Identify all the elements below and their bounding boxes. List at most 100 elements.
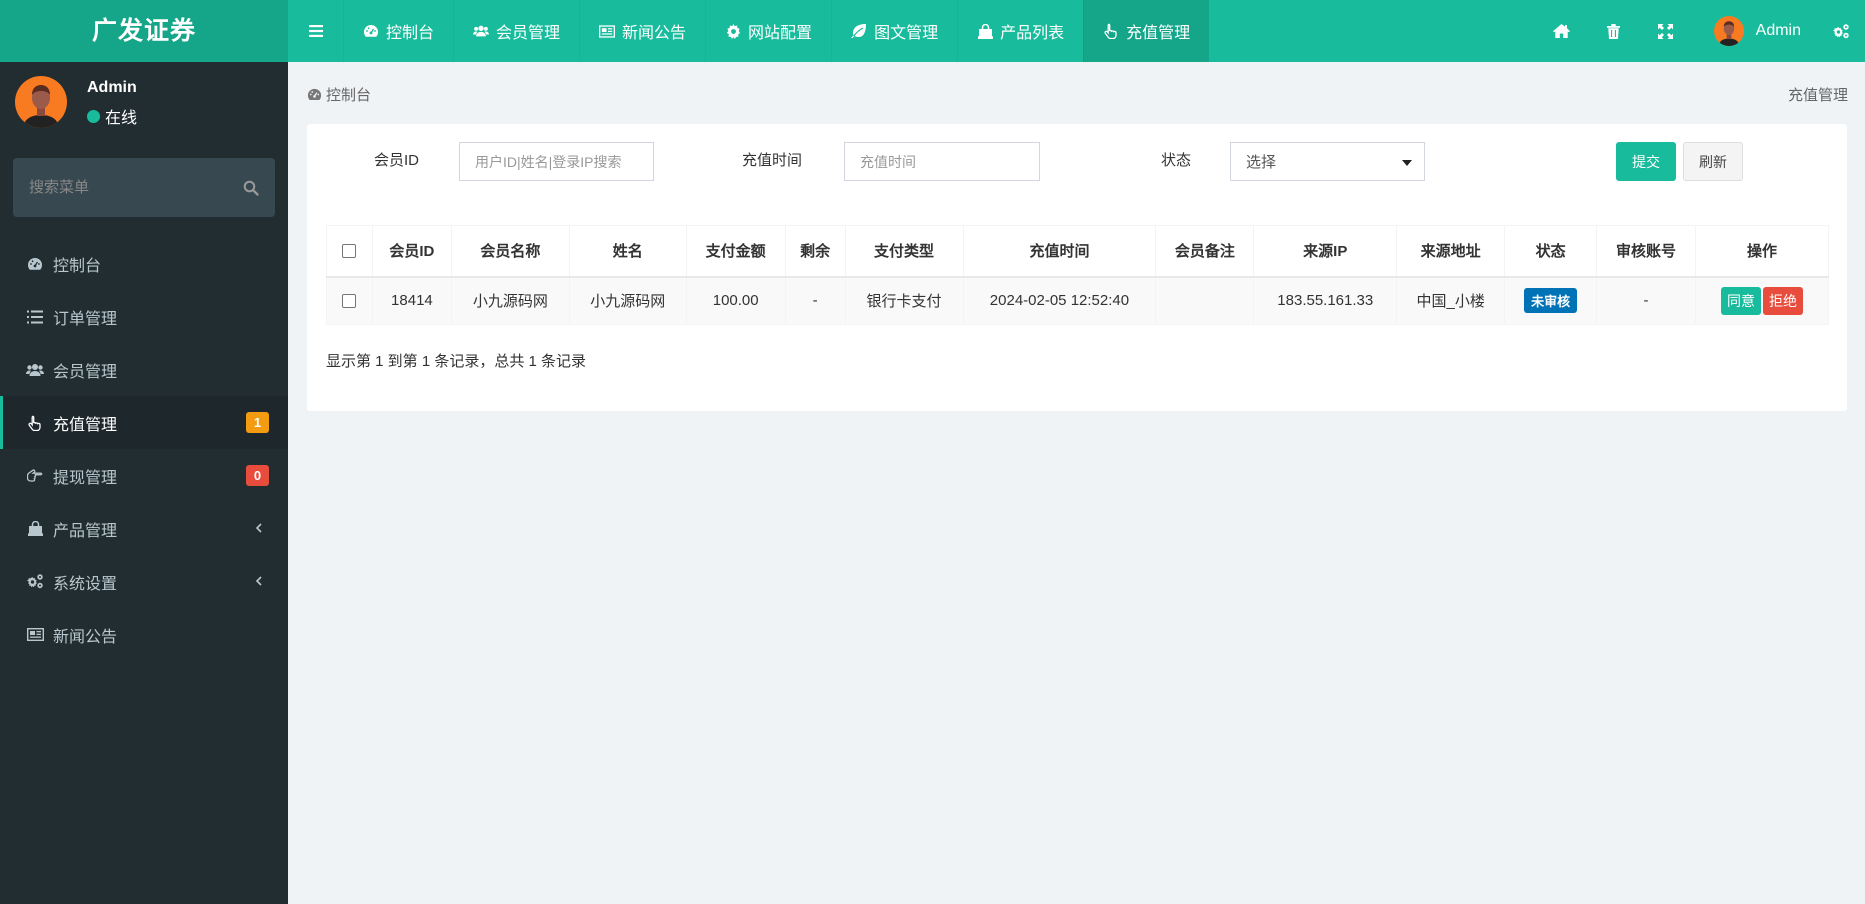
newspaper-icon [599,23,616,39]
nav-tab-label: 控制台 [386,25,435,42]
list-icon [26,308,44,326]
sidebar-item-news[interactable]: 新闻公告 [0,608,288,661]
avatar [1713,16,1744,46]
sidebar-user-name: Admin [87,79,137,96]
hand-pointer-icon [1103,23,1119,39]
status-label: 状态 [1161,152,1192,169]
column-header[interactable]: 会员ID [371,225,452,278]
sidebar-item-dashboard[interactable]: 控制台 [0,237,288,290]
sidebar-item-label: 订单管理 [53,310,118,328]
recharge-time-cell: 2024-02-05 12:52:40 [962,276,1157,325]
sidebar-item-label: 产品管理 [53,522,118,540]
gear-icon [725,23,741,39]
recharge-time-input[interactable] [844,142,1040,181]
sidebar-search-input[interactable] [29,179,243,196]
status-select-value: 选择 [1246,154,1277,171]
online-dot-icon [87,109,100,123]
users-icon [26,361,44,379]
status-badge: 未审核 [1524,288,1578,314]
fullscreen-button[interactable] [1640,0,1692,62]
sidebar-item-label: 新闻公告 [53,628,118,646]
newspaper-icon [26,626,44,644]
breadcrumb-home-link[interactable]: 控制台 [326,84,371,105]
nav-tab-products[interactable]: 产品列表 [957,0,1083,62]
hand-pointer-icon [26,414,44,432]
dashboard-icon [26,255,44,273]
refresh-button[interactable]: 刷新 [1683,142,1743,181]
column-header[interactable]: 来源地址 [1396,225,1506,278]
recharge-time-label: 充值时间 [742,152,803,169]
settings-icon [1832,23,1849,38]
top-header: 广发证券 控制台 会员管理 新闻公告 网站配置 图文管理 产品列表 充值管理 A… [0,0,1865,62]
nav-tab-label: 会员管理 [496,25,561,42]
member-id-input[interactable] [459,142,654,181]
trash-icon [1607,23,1621,39]
column-header[interactable]: 支付类型 [844,225,964,278]
sidebar-item-label: 控制台 [53,257,102,275]
column-header[interactable]: 姓名 [568,225,687,278]
pagination-summary: 显示第 1 到第 1 条记录，总共 1 条记录 [326,353,587,370]
control-sidebar-button[interactable] [1817,0,1865,62]
sidebar-item-products[interactable]: 产品管理 [0,502,288,555]
online-status-label: 在线 [105,110,138,127]
column-header[interactable]: 会员备注 [1155,225,1255,278]
sidebar-item-label: 会员管理 [53,363,118,381]
nav-tab-dashboard[interactable]: 控制台 [343,0,453,62]
nav-tab-label: 充值管理 [1126,25,1191,42]
nav-tab-label: 新闻公告 [622,25,687,42]
reviewer-cell: - [1596,276,1696,325]
breadcrumb: 控制台 [307,84,371,105]
home-icon [1553,24,1571,38]
member-name-cell: 小九源码网 [450,276,570,325]
approve-button[interactable]: 同意 [1720,286,1761,315]
sidebar-menu: 控制台 订单管理 会员管理 充值管理 1 提现管理 0 产品管理 系统设置 新闻… [0,237,288,661]
nav-tab-recharge[interactable]: 充值管理 [1083,0,1210,62]
column-header[interactable]: 剩余 [784,225,846,278]
row-checkbox[interactable] [342,294,357,309]
actions-cell: 同意 拒绝 [1694,276,1830,325]
nav-tab-news[interactable]: 新闻公告 [579,0,705,62]
dashboard-icon [307,88,322,100]
sidebar-item-label: 系统设置 [53,575,118,593]
nav-tab-articles[interactable]: 图文管理 [831,0,957,62]
sidebar-item-settings[interactable]: 系统设置 [0,555,288,608]
source-ip-cell: 183.55.161.33 [1253,276,1398,325]
sidebar-user-panel: Admin 在线 [15,76,275,132]
users-icon [473,23,490,39]
reject-button[interactable]: 拒绝 [1762,286,1803,315]
column-header[interactable]: 支付金额 [685,225,786,278]
sidebar-item-label: 提现管理 [53,469,118,487]
home-button[interactable] [1536,0,1588,62]
sidebar-item-withdraw[interactable]: 提现管理 0 [0,449,288,502]
sidebar-search [13,158,275,217]
nav-tab-site-config[interactable]: 网站配置 [705,0,831,62]
column-header[interactable]: 来源IP [1253,225,1398,278]
logo[interactable]: 广发证券 [0,0,288,62]
source-location-cell: 中国_小楼 [1396,276,1506,325]
shopping-bag-icon [26,520,44,538]
recharge-count-badge: 1 [246,412,269,433]
column-header[interactable]: 会员名称 [450,225,570,278]
submit-button[interactable]: 提交 [1616,142,1676,181]
sidebar-item-recharge[interactable]: 充值管理 1 [0,396,288,449]
sidebar-toggle-button[interactable] [288,0,343,62]
header-user-menu[interactable]: Admin [1692,0,1817,62]
column-header[interactable]: 充值时间 [962,225,1157,278]
sidebar-item-members[interactable]: 会员管理 [0,343,288,396]
clear-cache-button[interactable] [1588,0,1640,62]
real-name-cell: 小九源码网 [568,276,687,325]
withdraw-count-badge: 0 [246,465,269,486]
header-user-name: Admin [1755,22,1801,39]
page-title: 充值管理 [1787,87,1848,104]
nav-tab-label: 图文管理 [874,25,939,42]
status-select[interactable]: 选择 [1230,142,1425,181]
search-icon[interactable] [243,180,259,196]
sidebar: Admin 在线 控制台 订单管理 会员管理 充值管理 1 提现管理 [0,62,288,904]
table-header-row: 会员ID 会员名称 姓名 支付金额 剩余 支付类型 充值时间 会员备注 来源IP… [326,225,1830,278]
column-header[interactable]: 状态 [1504,225,1598,278]
sidebar-item-orders[interactable]: 订单管理 [0,290,288,343]
nav-tab-members[interactable]: 会员管理 [453,0,579,62]
member-id-cell: 18414 [371,276,452,325]
select-all-checkbox[interactable] [342,244,357,259]
column-header[interactable]: 审核账号 [1596,225,1696,278]
